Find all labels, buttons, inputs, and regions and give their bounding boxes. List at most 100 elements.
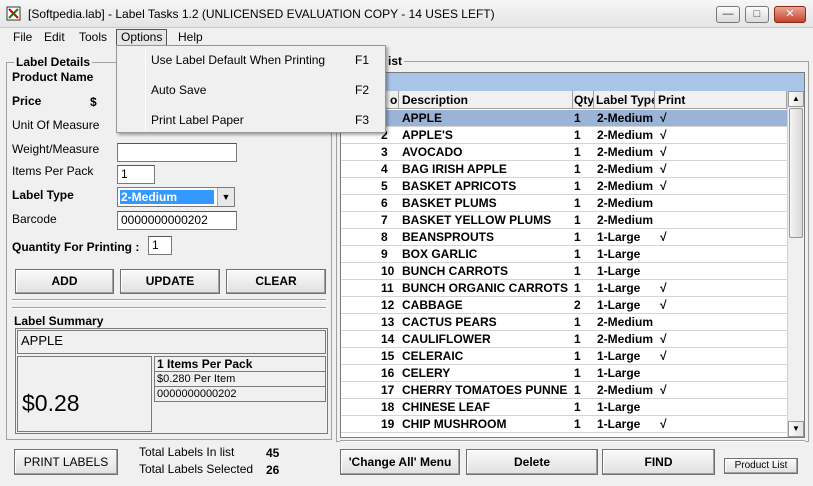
cell-description: CELERY (399, 365, 573, 382)
table-row[interactable]: 4 BAG IRISH APPLE 1 2-Medium √ (341, 161, 787, 178)
table-row[interactable]: 14 CAULIFLOWER 1 2-Medium √ (341, 331, 787, 348)
cell-qty: 1 (573, 348, 594, 365)
cell-print: √ (655, 280, 787, 297)
table-row[interactable]: 7 BASKET YELLOW PLUMS 1 2-Medium (341, 212, 787, 229)
table-row[interactable]: 3 AVOCADO 1 2-Medium √ (341, 144, 787, 161)
cell-description: CHERRY TOMATOES PUNNE (399, 382, 573, 399)
menu-file[interactable]: File (9, 29, 36, 46)
change-all-menu-button[interactable]: 'Change All' Menu (340, 449, 460, 475)
menu-edit[interactable]: Edit (40, 29, 69, 46)
quantity-for-printing-input[interactable]: 1 (148, 236, 172, 255)
table-row[interactable]: 17 CHERRY TOMATOES PUNNE 1 2-Medium √ (341, 382, 787, 399)
column-header-qty[interactable]: Qty (573, 91, 594, 109)
cell-print (655, 399, 787, 416)
summary-items-per-pack: 1 Items Per Pack (154, 356, 326, 372)
table-row[interactable]: 11 BUNCH ORGANIC CARROTS 1 1-Large √ (341, 280, 787, 297)
cell-print (655, 263, 787, 280)
find-button[interactable]: FIND (602, 449, 715, 475)
barcode-input[interactable]: 0000000000202 (117, 211, 237, 230)
cell-no: 7 (341, 212, 399, 229)
table-row[interactable]: 16 CELERY 1 1-Large (341, 365, 787, 382)
cell-no: 19 (341, 416, 399, 433)
cell-label-type: 1-Large (594, 399, 655, 416)
price-currency: $ (90, 95, 97, 109)
menu-tools[interactable]: Tools (75, 29, 111, 46)
table-row[interactable]: APPLE 1 2-Medium √ (341, 110, 787, 127)
table-row[interactable]: 15 CELERAIC 1 1-Large √ (341, 348, 787, 365)
menu-use-label-default[interactable]: Use Label Default When Printing F1 (151, 53, 381, 67)
menu-auto-save[interactable]: Auto Save F2 (151, 83, 381, 97)
menu-item-shortcut: F1 (354, 53, 369, 67)
table-row[interactable]: 5 BASKET APRICOTS 1 2-Medium √ (341, 178, 787, 195)
print-labels-button[interactable]: PRINT LABELS (14, 449, 118, 475)
cell-print: √ (655, 161, 787, 178)
cell-no: 13 (341, 314, 399, 331)
cell-qty: 1 (573, 331, 594, 348)
cell-print (655, 212, 787, 229)
delete-button[interactable]: Delete (466, 449, 598, 475)
cell-print: √ (655, 178, 787, 195)
column-header-label-type[interactable]: Label Type (594, 91, 655, 109)
cell-print (655, 314, 787, 331)
scroll-thumb[interactable] (789, 108, 803, 238)
table-row[interactable]: 9 BOX GARLIC 1 1-Large (341, 246, 787, 263)
grid-header: o Description Qty Label Type Print (341, 91, 787, 109)
barcode-label: Barcode (12, 212, 57, 226)
cell-print: √ (655, 416, 787, 433)
product-list-grid[interactable]: o Description Qty Label Type Print APPLE… (340, 72, 805, 438)
summary-barcode: 0000000000202 (154, 386, 326, 402)
menu-print-label-paper[interactable]: Print Label Paper F3 (151, 113, 381, 127)
product-list-title: ist (386, 54, 405, 68)
add-button[interactable]: ADD (15, 269, 114, 294)
items-per-pack-input[interactable]: 1 (117, 165, 155, 184)
table-row[interactable]: 6 BASKET PLUMS 1 2-Medium (341, 195, 787, 212)
grid-group-band (341, 73, 804, 91)
cell-no: 12 (341, 297, 399, 314)
close-button[interactable]: ✕ (774, 6, 806, 23)
table-row[interactable]: 12 CABBAGE 2 1-Large √ (341, 297, 787, 314)
weight-measure-input[interactable] (117, 143, 237, 162)
table-row[interactable]: 18 CHINESE LEAF 1 1-Large (341, 399, 787, 416)
scroll-up-icon[interactable]: ▲ (788, 91, 804, 107)
table-row[interactable]: 8 BEANSPROUTS 1 1-Large √ (341, 229, 787, 246)
label-summary-box: APPLE $0.28 1 Items Per Pack $0.280 Per … (15, 328, 328, 434)
menu-item-label: Print Label Paper (151, 113, 244, 127)
cell-description: CHIP MUSHROOM (399, 416, 573, 433)
clear-button[interactable]: CLEAR (226, 269, 326, 294)
cell-description: BAG IRISH APPLE (399, 161, 573, 178)
vertical-scrollbar[interactable]: ▲ ▼ (787, 91, 804, 437)
cell-no: 9 (341, 246, 399, 263)
menu-options[interactable]: Options (116, 29, 168, 46)
table-row[interactable]: 19 CHIP MUSHROOM 1 1-Large √ (341, 416, 787, 433)
label-type-select[interactable]: 2-Medium ▼ (117, 187, 235, 207)
total-labels-value: 45 (266, 446, 280, 460)
minimize-button[interactable]: — (716, 6, 740, 23)
chevron-down-icon[interactable]: ▼ (217, 188, 234, 206)
total-labels-label: Total Labels In list (139, 445, 235, 459)
summary-per-item: $0.280 Per Item (154, 371, 326, 387)
total-selected-value: 26 (266, 463, 280, 477)
cell-label-type: 1-Large (594, 246, 655, 263)
table-row[interactable]: 13 CACTUS PEARS 1 2-Medium (341, 314, 787, 331)
menu-help[interactable]: Help (174, 29, 207, 46)
cell-label-type: 2-Medium (594, 382, 655, 399)
cell-description: BEANSPROUTS (399, 229, 573, 246)
cell-print: √ (655, 348, 787, 365)
column-header-description[interactable]: Description (399, 91, 573, 109)
cell-qty: 1 (573, 161, 594, 178)
table-row[interactable]: 2 APPLE'S 1 2-Medium √ (341, 127, 787, 144)
divider (12, 307, 326, 309)
label-type-label: Label Type (12, 188, 74, 202)
maximize-button[interactable]: □ (745, 6, 769, 23)
table-row[interactable]: 10 BUNCH CARROTS 1 1-Large (341, 263, 787, 280)
update-button[interactable]: UPDATE (120, 269, 220, 294)
column-header-print[interactable]: Print (655, 91, 787, 109)
product-list-button[interactable]: Product List (724, 458, 798, 474)
cell-print: √ (655, 144, 787, 161)
scroll-down-icon[interactable]: ▼ (788, 421, 804, 437)
options-dropdown: Use Label Default When Printing F1 Auto … (116, 45, 386, 133)
cell-description: BUNCH ORGANIC CARROTS (399, 280, 573, 297)
cell-label-type: 2-Medium (594, 127, 655, 144)
cell-qty: 1 (573, 212, 594, 229)
cell-no: 8 (341, 229, 399, 246)
